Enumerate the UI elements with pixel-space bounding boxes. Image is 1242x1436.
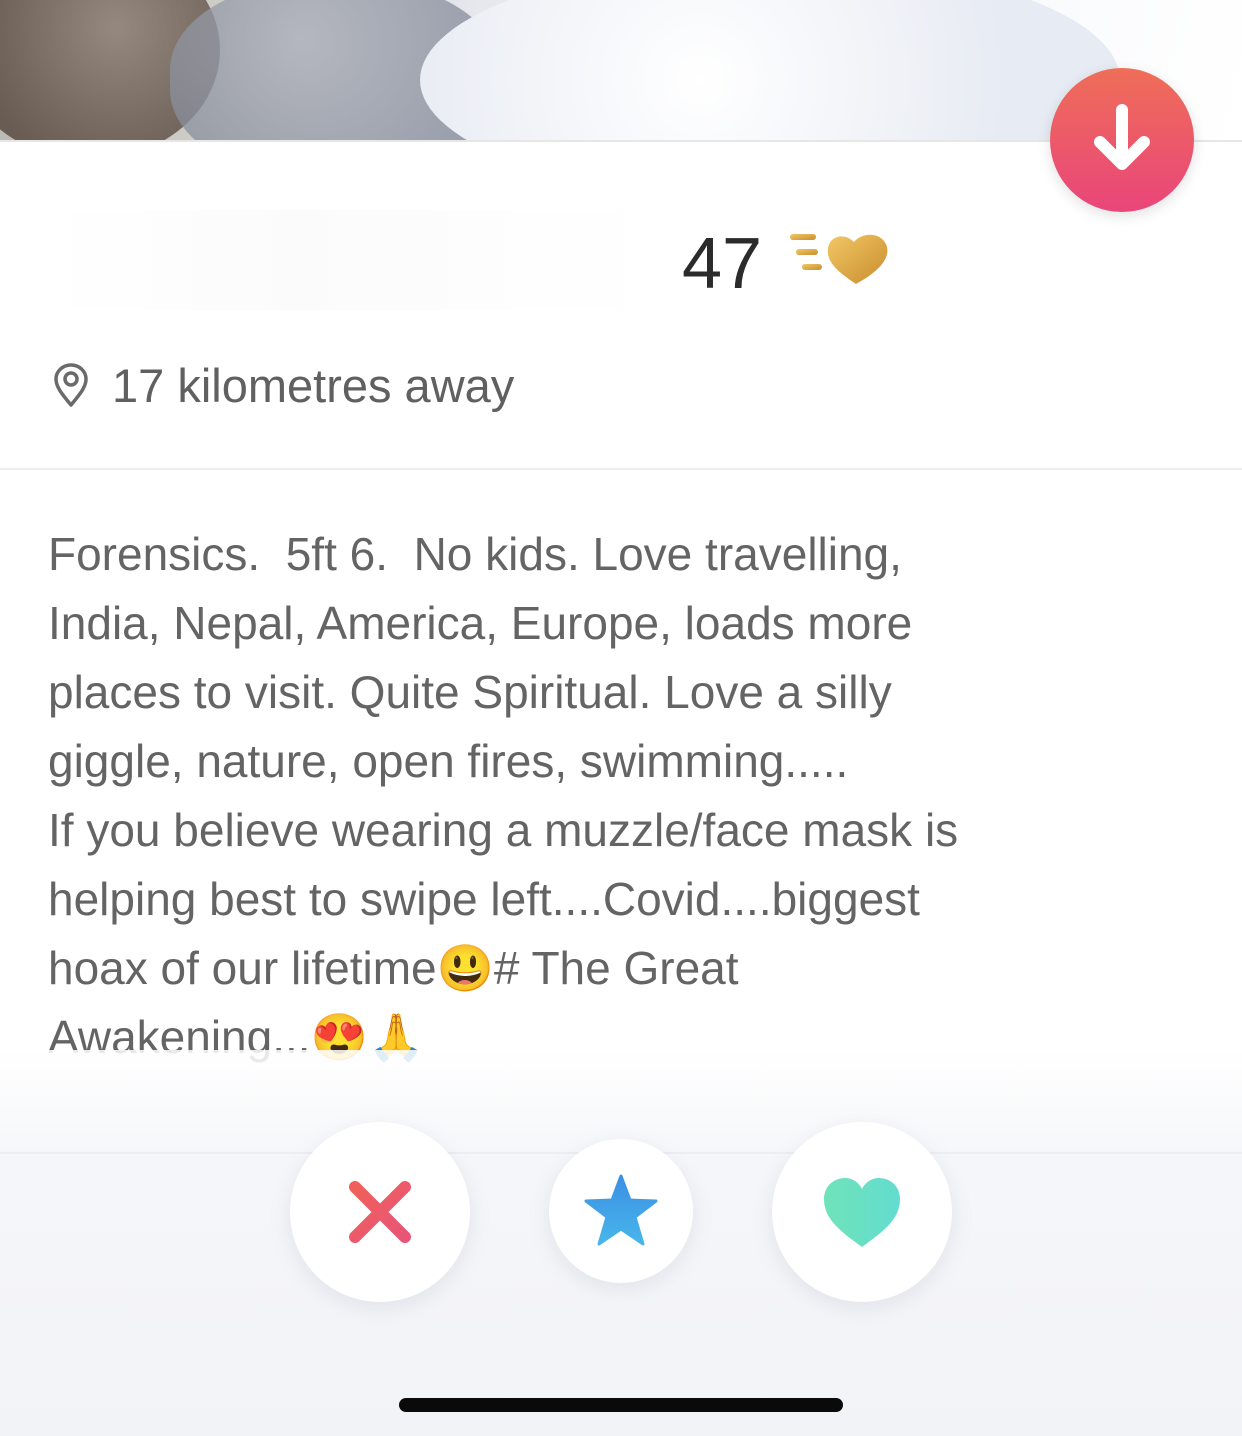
location-row: 17 kilometres away <box>52 355 514 415</box>
profile-bio: Forensics. 5ft 6. No kids. Love travelli… <box>48 528 959 1063</box>
arrow-down-icon <box>1094 104 1150 170</box>
like-button[interactable] <box>772 1122 952 1302</box>
profile-age: 47 <box>682 224 763 304</box>
collapse-profile-button[interactable] <box>1050 68 1194 212</box>
heart-icon <box>824 1178 900 1247</box>
nope-button[interactable] <box>290 1122 470 1302</box>
location-distance: 17 kilometres away <box>112 358 515 412</box>
photo-shape <box>420 0 1120 140</box>
location-pin-icon <box>54 363 88 407</box>
super-like-heart-icon <box>790 234 888 284</box>
x-icon <box>349 1181 411 1243</box>
profile-name-redacted <box>48 210 658 310</box>
super-like-button[interactable] <box>549 1139 693 1283</box>
home-indicator[interactable] <box>399 1398 843 1412</box>
star-icon <box>584 1174 658 1246</box>
section-divider <box>0 468 1242 470</box>
